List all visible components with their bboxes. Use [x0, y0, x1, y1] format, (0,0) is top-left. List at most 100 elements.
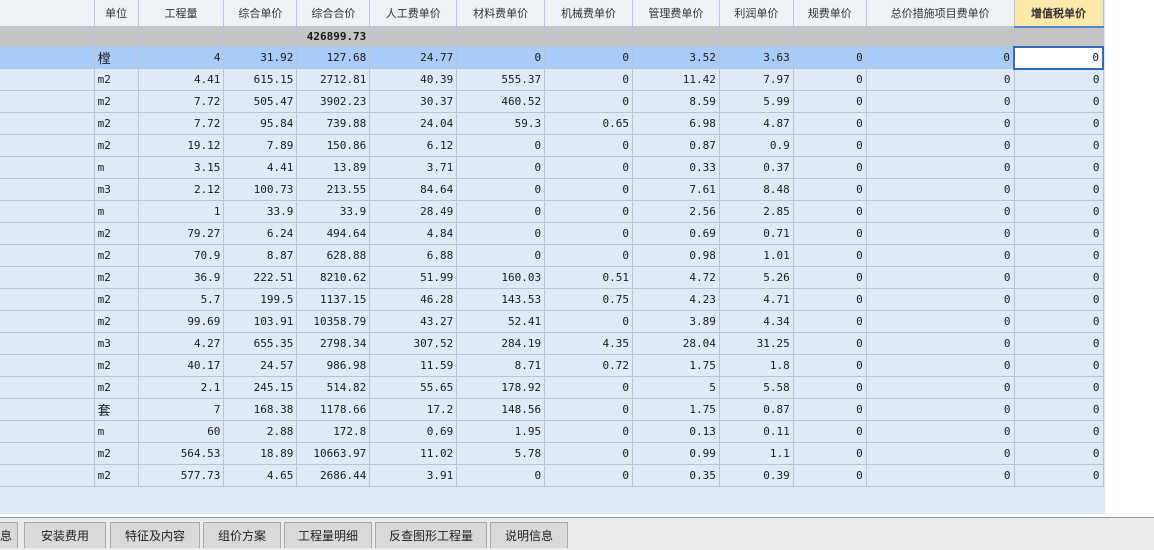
value-cell[interactable]: 11.59	[369, 354, 458, 377]
value-cell[interactable]: 0	[544, 464, 633, 487]
column-header[interactable]: 工程量	[137, 0, 225, 27]
value-cell[interactable]: 0	[456, 464, 546, 487]
value-cell[interactable]: 3.91	[369, 464, 458, 487]
value-cell[interactable]: 615.15	[223, 68, 298, 91]
unit-cell[interactable]: m2	[93, 90, 139, 113]
value-cell[interactable]: 0.33	[631, 156, 720, 179]
table-row[interactable]: m2 7.72 95.84 739.88 24.04 59.3 0.65 6.98 4.87 0 0…	[0, 112, 1104, 135]
value-cell[interactable]: 0	[865, 398, 1015, 421]
value-cell[interactable]: 59.3	[456, 112, 546, 135]
value-cell[interactable]: 0.72	[544, 354, 633, 377]
value-cell[interactable]: 0	[1013, 90, 1104, 113]
value-cell[interactable]: 213.55	[296, 178, 371, 201]
value-cell[interactable]: 0	[865, 112, 1015, 135]
value-cell[interactable]: 1.95	[456, 420, 546, 443]
row-lead-cell[interactable]	[0, 376, 95, 399]
unit-cell[interactable]: m	[93, 156, 139, 179]
value-cell[interactable]: 0.39	[718, 464, 794, 487]
value-cell[interactable]: 8.59	[631, 90, 720, 113]
row-lead-cell[interactable]	[0, 200, 95, 223]
value-cell[interactable]: 0	[1013, 45, 1104, 70]
value-cell[interactable]: 577.73	[137, 464, 225, 487]
value-cell[interactable]: 70.9	[137, 244, 225, 267]
value-cell[interactable]: 0	[792, 398, 867, 421]
value-cell[interactable]: 4.27	[137, 332, 225, 355]
value-cell[interactable]: 8.48	[718, 178, 794, 201]
value-cell[interactable]: 103.91	[223, 310, 298, 333]
value-cell[interactable]: 0	[865, 68, 1015, 91]
value-cell[interactable]: 0.13	[631, 420, 720, 443]
value-cell[interactable]: 0	[792, 244, 867, 267]
value-cell[interactable]: 6.24	[223, 222, 298, 245]
column-header[interactable]: 利润单价	[718, 0, 794, 27]
value-cell[interactable]: 4.41	[223, 156, 298, 179]
unit-cell[interactable]: m2	[93, 266, 139, 289]
value-cell[interactable]: 0.37	[718, 156, 794, 179]
value-cell[interactable]: 0	[544, 68, 633, 91]
value-cell[interactable]: 0	[1013, 244, 1104, 267]
value-cell[interactable]: 0	[1013, 134, 1104, 157]
value-cell[interactable]: 8210.62	[296, 266, 371, 289]
value-cell[interactable]: 0	[544, 156, 633, 179]
table-row[interactable]: m2 70.9 8.87 628.88 6.88 0 0 0.98 1.01 0 0 0	[0, 244, 1104, 267]
value-cell[interactable]: 0	[792, 112, 867, 135]
value-cell[interactable]: 10358.79	[296, 310, 371, 333]
value-cell[interactable]: 0.99	[631, 442, 720, 465]
row-lead-cell[interactable]	[0, 90, 95, 113]
value-cell[interactable]: 0	[456, 222, 546, 245]
unit-cell[interactable]: m2	[93, 68, 139, 91]
value-cell[interactable]: 3902.23	[296, 90, 371, 113]
value-cell[interactable]: 84.64	[369, 178, 458, 201]
value-cell[interactable]: 0	[1013, 310, 1104, 333]
value-cell[interactable]: 655.35	[223, 332, 298, 355]
value-cell[interactable]: 0	[792, 354, 867, 377]
value-cell[interactable]: 160.03	[456, 266, 546, 289]
row-lead-cell[interactable]	[0, 222, 95, 245]
value-cell[interactable]: 28.04	[631, 332, 720, 355]
value-cell[interactable]: 0	[544, 420, 633, 443]
column-header[interactable]: 综合合价	[296, 0, 371, 27]
value-cell[interactable]: 0	[865, 90, 1015, 113]
table-row[interactable]: m 60 2.88 172.8 0.69 1.95 0 0.13 0.11 0 0 0	[0, 420, 1104, 443]
value-cell[interactable]: 8.71	[456, 354, 546, 377]
table-row[interactable]: m2 79.27 6.24 494.64 4.84 0 0 0.69 0.71 0 0 0	[0, 222, 1104, 245]
value-cell[interactable]: 55.65	[369, 376, 458, 399]
value-cell[interactable]: 0	[456, 200, 546, 223]
value-cell[interactable]: 0.69	[631, 222, 720, 245]
value-cell[interactable]: 0	[792, 420, 867, 443]
unit-cell[interactable]: m2	[93, 244, 139, 267]
unit-cell[interactable]: m2	[93, 288, 139, 311]
unit-cell[interactable]: m3	[93, 178, 139, 201]
value-cell[interactable]: 0	[456, 134, 546, 157]
table-row[interactable]: m 1 33.9 33.9 28.49 0 0 2.56 2.85 0 0 0	[0, 200, 1104, 223]
value-cell[interactable]: 555.37	[456, 68, 546, 91]
value-cell[interactable]: 46.28	[369, 288, 458, 311]
value-cell[interactable]: 4.84	[369, 222, 458, 245]
column-header[interactable]: 人工费单价	[369, 0, 458, 27]
value-cell[interactable]: 0	[865, 134, 1015, 157]
unit-cell[interactable]: m2	[93, 442, 139, 465]
value-cell[interactable]: 4.65	[223, 464, 298, 487]
value-cell[interactable]: 514.82	[296, 376, 371, 399]
value-cell[interactable]: 5.58	[718, 376, 794, 399]
row-lead-cell[interactable]	[0, 332, 95, 355]
value-cell[interactable]: 172.8	[296, 420, 371, 443]
value-cell[interactable]: 19.12	[137, 134, 225, 157]
value-cell[interactable]: 0	[792, 68, 867, 91]
value-cell[interactable]: 33.9	[223, 200, 298, 223]
value-cell[interactable]: 4.41	[137, 68, 225, 91]
value-cell[interactable]: 0	[865, 288, 1015, 311]
value-cell[interactable]: 0	[544, 222, 633, 245]
table-row[interactable]: m3 2.12 100.73 213.55 84.64 0 0 7.61 8.48 0 0 0	[0, 178, 1104, 201]
table-row[interactable]: m2 19.12 7.89 150.86 6.12 0 0 0.87 0.9 0 0 0	[0, 134, 1104, 157]
value-cell[interactable]: 0	[1013, 68, 1104, 91]
value-cell[interactable]: 100.73	[223, 178, 298, 201]
value-cell[interactable]: 460.52	[456, 90, 546, 113]
value-cell[interactable]: 4.87	[718, 112, 794, 135]
column-header[interactable]: 总价措施项目费单价	[865, 0, 1015, 27]
row-lead-cell[interactable]	[0, 464, 95, 487]
value-cell[interactable]: 505.47	[223, 90, 298, 113]
value-cell[interactable]: 2.56	[631, 200, 720, 223]
value-cell[interactable]: 564.53	[137, 442, 225, 465]
value-cell[interactable]: 2798.34	[296, 332, 371, 355]
